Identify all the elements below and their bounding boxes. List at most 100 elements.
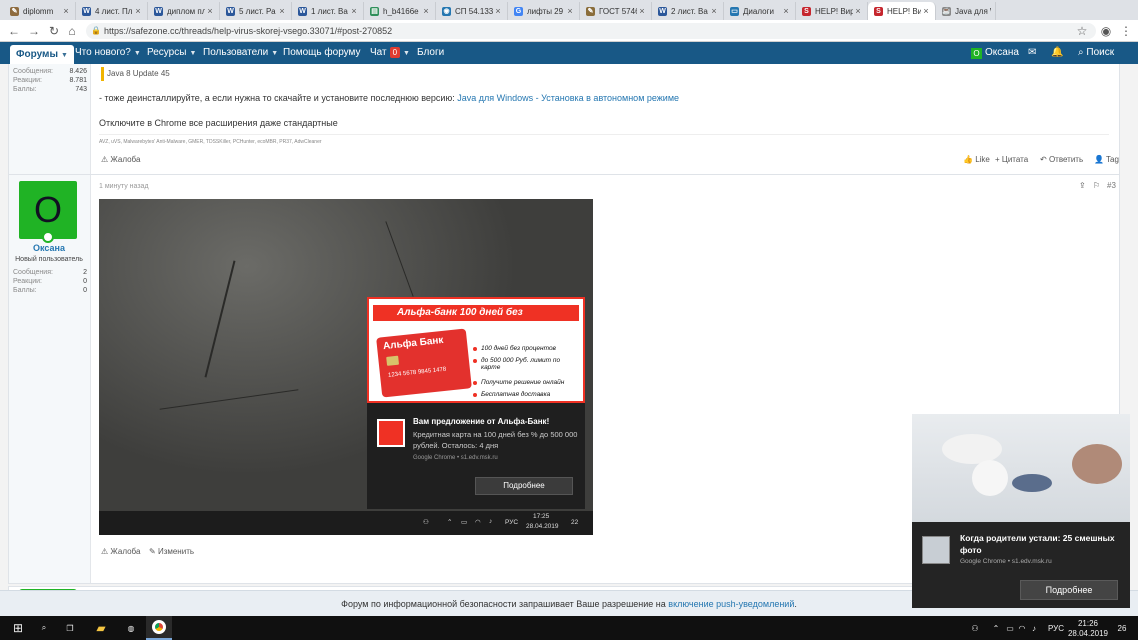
google-icon: G [514,6,523,16]
promo-bullet: до 500 000 Руб. лимит по карте [473,357,573,371]
browser-tab[interactable]: W4 лист. Пл × [76,2,148,20]
reply-button[interactable]: ↶ Ответить [1040,155,1083,164]
chevron-up-icon[interactable]: ⌃ [990,616,1002,640]
menu-icon[interactable]: ⋮ [1118,23,1134,39]
reply-icon: ↶ [1040,155,1049,164]
user-stat: Баллы: 0 [13,287,87,294]
reload-icon[interactable]: ↻ [46,23,62,39]
post-time[interactable]: 1 минуту назад [99,183,149,190]
close-tab-icon[interactable]: × [421,6,431,16]
people-icon[interactable]: ⚇ [966,616,984,640]
browser-tab[interactable]: SHELP! Виру× [796,2,868,20]
file-explorer-icon[interactable]: ▰ [88,616,114,640]
card-chip [386,355,400,366]
user-stat: Сообщения: 8.426 [13,68,87,75]
pencil-icon: ✎ [149,547,158,556]
task-view-icon[interactable]: ❐ [58,616,82,640]
chrome-icon[interactable] [146,616,172,640]
browser-tab[interactable]: Wдиплом пл × [148,2,220,20]
close-tab-icon[interactable]: × [565,6,575,16]
close-tab-icon[interactable]: × [709,6,719,16]
forum-nav-bar: Форумы ▼ Что нового? ▼ Ресурсы ▼ Пользовате… [0,42,1138,64]
bank-promo-ad[interactable]: Альфа-банк 100 дней без процентов Альфа … [367,297,585,403]
close-tab-icon[interactable]: × [853,6,863,16]
close-tab-icon[interactable]: × [637,6,647,16]
java-link[interactable]: Java для Windows - Установка в автономно… [457,93,679,103]
user-stat: Баллы: 743 [13,86,87,93]
notification-count: 22 [571,519,579,526]
browser-tab[interactable]: ✎ diplomm × [4,2,76,20]
attached-screenshot[interactable]: Альфа-банк 100 дней без процентов Альфа … [99,199,593,535]
browser-tab-active[interactable]: SHELP! Вир× [868,2,936,20]
browser-tab[interactable]: ◉ СП 54.133 × [436,2,508,20]
browser-tab[interactable]: Gлифты 29 × [508,2,580,20]
close-tab-icon[interactable]: × [349,6,359,16]
nav-users[interactable]: Пользователи ▼ [203,42,278,64]
app-icon[interactable]: ◍ [118,616,144,640]
edit-button[interactable]: ✎ Изменить [149,547,194,556]
browser-tab[interactable]: ☕Java для W [936,2,996,20]
profile-icon[interactable]: ◉ [1098,23,1114,39]
browser-tab[interactable]: ✎ ГОСТ 5746 × [580,2,652,20]
notification-count[interactable]: 26 [1112,616,1132,640]
windows-start-icon[interactable]: ⊞ [6,616,30,640]
browser-tab[interactable]: ▤ h_b4166e × [364,2,436,20]
bell-icon[interactable]: 🔔 [1051,42,1063,64]
post-number[interactable]: #3 [1107,181,1116,190]
username-link[interactable]: Оксана [9,243,89,253]
share-icon[interactable]: ⇪ [1079,181,1086,190]
chevron-down-icon: ▼ [133,50,141,57]
close-tab-icon[interactable]: × [493,6,503,16]
close-tab-icon[interactable]: × [205,6,215,16]
nav-user-account[interactable]: О Оксана [971,42,1019,64]
nav-resources[interactable]: Ресурсы ▼ [147,42,196,64]
nav-help[interactable]: Помощь форуму [283,42,361,64]
back-icon[interactable]: ← [6,23,22,39]
home-icon[interactable]: ⌂ [64,23,80,39]
url-field[interactable]: 🔒 https://safezone.cc/threads/help-virus-… [86,23,1096,39]
browser-tab[interactable]: W5 лист. Ра × [220,2,292,20]
language-indicator[interactable]: РУС [1044,616,1068,640]
close-tab-icon[interactable]: × [781,6,791,16]
nav-blogs[interactable]: Блоги [417,42,444,64]
nav-chat[interactable]: Чат 0 ▼ [370,42,410,64]
battery-icon[interactable]: ▭ [1004,616,1016,640]
search-icon[interactable]: ⌕ [32,616,56,640]
java-icon: ☕ [942,6,951,16]
close-tab-icon[interactable]: × [921,6,931,16]
enable-push-link[interactable]: включение push-уведомлений [668,599,794,609]
promo-title: Альфа-банк 100 дней без процентов [373,305,579,334]
report-button[interactable]: ⚠ Жалоба [101,155,140,164]
user-stat: Реакции: 8.781 [13,77,87,84]
bank-icon [377,419,405,447]
report-button[interactable]: ⚠ Жалоба [101,547,140,556]
browser-tab[interactable]: ▭ Диалоги × [724,2,796,20]
windows-taskbar: ⊞ ⌕ ❐ ▰ ◍ ⚇ ⌃ ▭ ◠ ♪ РУС 21:26 28.04.2019… [0,616,1138,640]
user-icon: 👤 [1094,155,1107,164]
details-button[interactable]: Подробнее [475,477,573,495]
inbox-icon[interactable]: ✉ [1028,42,1036,64]
tag-button[interactable]: 👤 Tag [1094,155,1119,164]
nav-whats-new[interactable]: Что нового? ▼ [75,42,141,64]
details-button[interactable]: Подробнее [1020,580,1118,600]
like-button[interactable]: 👍 Like [963,155,990,164]
nav-forums[interactable]: Форумы ▼ [10,45,74,64]
wifi-icon[interactable]: ◠ [1016,616,1028,640]
quote-button[interactable]: + Цитата [995,155,1028,164]
bookmark-star-icon[interactable]: ☆ [1074,23,1090,39]
volume-icon[interactable]: ♪ [1028,616,1040,640]
bookmark-icon[interactable]: ⚐ [1093,181,1100,190]
clock-date[interactable]: 28.04.2019 [1066,621,1110,640]
toast-notification[interactable]: Вам предложение от Альфа-Банк! Кредитная… [367,403,585,509]
nav-search[interactable]: ⌕ Поиск [1078,42,1114,64]
forward-icon[interactable]: → [26,23,42,39]
desktop-notification[interactable]: Когда родители устали: 25 смешных фото G… [912,414,1130,608]
chevron-down-icon: ▼ [403,50,410,57]
post-user-sidebar: О Оксана Новый пользователь Сообщения: 2 … [9,175,91,583]
close-tab-icon[interactable]: × [277,6,287,16]
browser-tab[interactable]: W1 лист. Ва × [292,2,364,20]
close-tab-icon[interactable]: × [61,6,71,16]
browser-tab[interactable]: W2 лист. Ва × [652,2,724,20]
lock-icon: 🔒 [91,26,101,35]
close-tab-icon[interactable]: × [133,6,143,16]
